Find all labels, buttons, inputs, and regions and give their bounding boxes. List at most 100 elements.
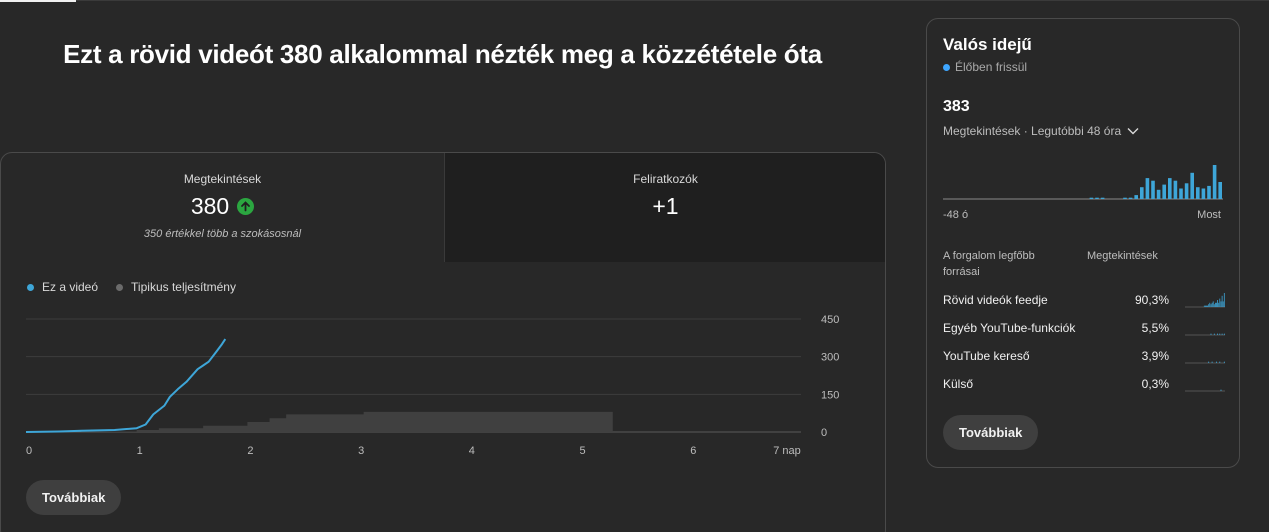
series-area-typical	[26, 411, 613, 432]
realtime-bar-chart	[943, 165, 1223, 200]
live-label: Élőben frissül	[955, 60, 1028, 74]
sparkline-bar	[1208, 304, 1210, 307]
realtime-bar	[1162, 184, 1166, 199]
source-row: YouTube kereső 3,9%	[943, 347, 1225, 367]
realtime-bar	[1095, 197, 1099, 199]
page-headline: Ezt a rövid videót 380 alkalommal nézték…	[63, 39, 822, 69]
sparkline-bar	[1220, 389, 1222, 391]
live-dot-icon	[943, 63, 950, 71]
realtime-bar	[1128, 197, 1133, 199]
sparkline-bar	[1221, 295, 1223, 307]
views-line-chart: 0 150 300 450 0 1 2 3 4 5 6 7 nap	[25, 314, 839, 457]
sparkline-bar	[1217, 333, 1218, 335]
sparkline-bar	[1205, 305, 1206, 307]
source-sparkline	[1185, 293, 1225, 308]
sparkline-bar	[1207, 305, 1208, 307]
chevron-down-icon	[1127, 128, 1139, 135]
x-tick-label: 2	[247, 445, 253, 457]
views-label: Megtekintések	[183, 172, 262, 186]
realtime-bar	[1184, 183, 1189, 199]
realtime-bar	[1218, 182, 1222, 199]
realtime-bar	[1151, 180, 1155, 199]
x-tick-label: 7 nap	[773, 445, 801, 457]
x-tick-label: 0	[26, 445, 32, 457]
y-tick-label: 300	[821, 352, 839, 364]
realtime-bar	[1140, 187, 1144, 199]
subscribers-value: +1	[652, 193, 679, 219]
series-line-this-video	[25, 338, 227, 433]
sparkline-bar	[1206, 305, 1207, 307]
source-percent: 3,9%	[1141, 349, 1169, 363]
source-name: Külső	[943, 377, 974, 391]
sparkline-bar	[1221, 333, 1223, 335]
sparkline-bar	[1223, 361, 1225, 363]
sparkline-bar	[1208, 361, 1210, 363]
live-indicator: Élőben frissül	[943, 60, 1027, 74]
realtime-bar	[1168, 178, 1172, 199]
realtime-bar	[1190, 172, 1194, 199]
realtime-bar	[1179, 188, 1183, 199]
sparkline-bar	[1211, 361, 1213, 363]
realtime-bar	[1145, 178, 1150, 199]
source-sparkline	[1185, 333, 1225, 336]
views-comparison-note: 350 értékkel több a szokásosnál	[143, 228, 302, 240]
source-name: YouTube kereső	[943, 349, 1030, 363]
period-dropdown[interactable]: Megtekintések · Legutóbbi 48 óra	[943, 124, 1139, 138]
source-sparkline	[1185, 389, 1225, 392]
sparkline-bar	[1223, 293, 1225, 307]
sparkline-bar	[1209, 302, 1211, 307]
realtime-bar	[1089, 197, 1094, 199]
legend-item-typical: Tipikus teljesítmény	[116, 280, 236, 294]
realtime-bar	[1156, 189, 1161, 199]
y-tick-label: 450	[821, 314, 839, 326]
sources-header: A forgalom legfőbb forrásai	[943, 250, 1035, 278]
realtime-axis-end: Most	[1197, 209, 1221, 221]
views-value: 380	[190, 193, 230, 219]
active-tab-indicator	[0, 0, 76, 2]
sparkline-bar	[1211, 302, 1213, 307]
views-metric-tab[interactable]: Megtekintések 380 350 értékkel több a sz…	[1, 153, 444, 262]
sparkline-bar	[1220, 301, 1222, 307]
subscribers-metric-tab[interactable]: Feliratkozók +1	[444, 153, 885, 262]
sparkline-bar	[1216, 302, 1217, 307]
sparkline-bar	[1210, 304, 1212, 307]
sparkline-bar	[1213, 333, 1215, 335]
source-name: Egyéb YouTube-funkciók	[943, 321, 1076, 335]
x-tick-label: 1	[137, 445, 143, 457]
realtime-bar	[1201, 188, 1206, 199]
y-tick-label: 0	[821, 427, 827, 439]
sparkline-bar	[1217, 300, 1218, 307]
x-tick-label: 3	[358, 445, 364, 457]
legend-dot	[116, 283, 124, 291]
source-row: Külső 0,3%	[943, 375, 1225, 395]
realtime-bar	[1123, 197, 1127, 199]
realtime-views-count: 383	[943, 98, 970, 115]
sparkline-bar	[1216, 361, 1217, 363]
sparkline-bar	[1212, 301, 1214, 307]
source-percent: 90,3%	[1134, 293, 1169, 307]
legend-label: Tipikus teljesítmény	[131, 280, 236, 294]
more-button[interactable]: Továbbiak	[26, 480, 122, 515]
chart-legend: Ez a videó Tipikus teljesítmény	[27, 280, 236, 294]
realtime-bar	[1207, 185, 1211, 199]
sparkline-bar	[1219, 298, 1221, 307]
realtime-bar	[1173, 180, 1178, 199]
realtime-more-button[interactable]: Továbbiak	[943, 415, 1039, 450]
x-tick-label: 4	[469, 445, 475, 457]
source-percent: 0,3%	[1141, 377, 1169, 391]
realtime-card: Valós idejű Élőben frissül 383 Megtekint…	[926, 18, 1240, 468]
sparkline-bar	[1219, 333, 1221, 335]
period-label: Megtekintések · Legutóbbi 48 óra	[943, 124, 1122, 138]
sources-views-header: Megtekintések	[1087, 250, 1158, 262]
performance-card: Megtekintések 380 350 értékkel több a sz…	[0, 152, 886, 532]
source-row: Rövid videók feedje 90,3%	[943, 291, 1225, 311]
legend-item-this-video: Ez a videó	[27, 280, 98, 294]
y-tick-label: 150	[821, 389, 839, 401]
sparkline-bar	[1223, 333, 1225, 335]
arrow-up-icon	[237, 198, 255, 215]
legend-dot	[27, 283, 34, 291]
realtime-bar	[1100, 197, 1105, 199]
sparkline-bar	[1218, 302, 1220, 307]
tab-underline-bar	[0, 0, 1269, 2]
realtime-bar	[1134, 195, 1138, 199]
